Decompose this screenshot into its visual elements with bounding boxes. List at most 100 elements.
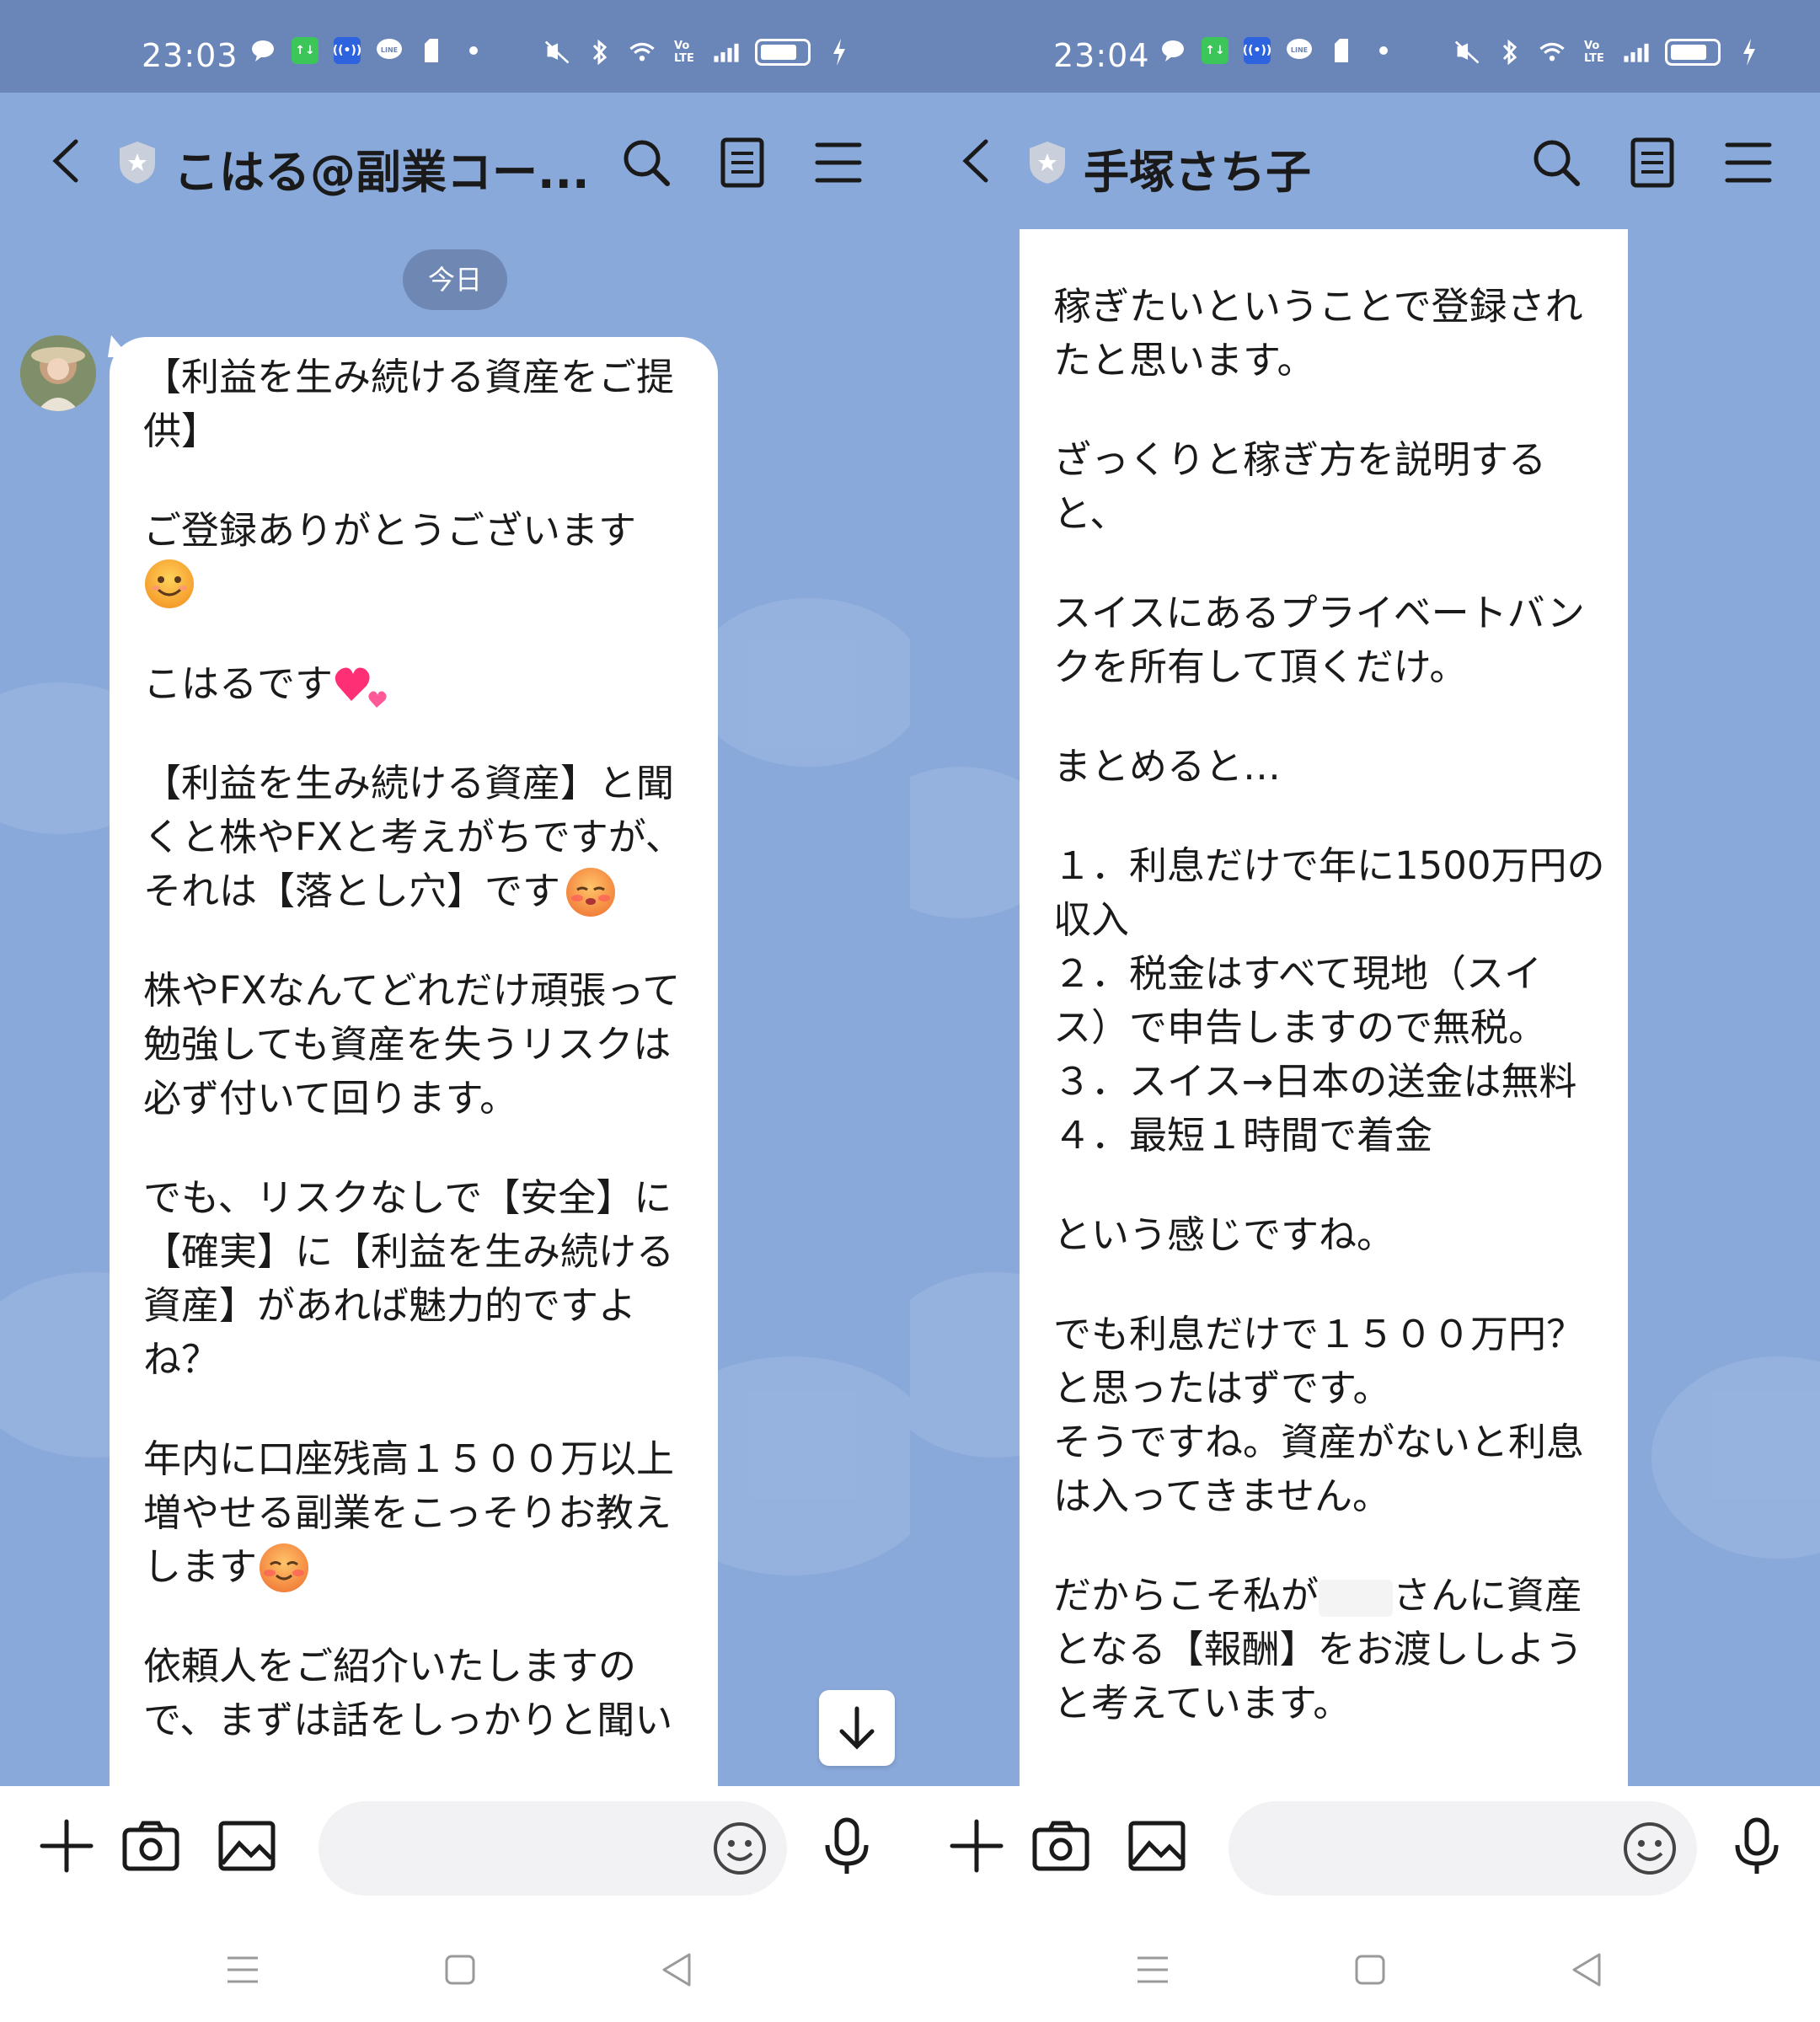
message-paragraph: スイスにあるプライベートバン クを所有して頂くだけ。 [1053,591,1585,689]
flushed-emoji [566,868,615,917]
chat-bubble-icon [249,37,276,64]
signal-icon [1623,39,1650,66]
volte-icon: Vo LTE [1584,40,1604,65]
svg-text:LINE: LINE [1291,46,1308,54]
back-arrow-icon[interactable] [51,138,79,184]
shield-badge-icon [120,142,155,184]
back-arrow-icon[interactable] [961,138,989,184]
volte-icon: Vo LTE [674,40,694,65]
message-paragraph: ざっくりと稼ぎ方を説明する と、 [1053,437,1547,536]
mute-icon [1454,39,1481,66]
sender-avatar[interactable] [20,335,96,411]
battery-icon [1665,39,1721,66]
system-navigation-bar [0,1912,910,2022]
message-paragraph: 株やFXなんてどれだけ頑張って 勉強しても資産を失うリスクは 必ず付いて回ります… [143,968,681,1121]
bluetooth-icon [1496,39,1523,66]
screenshot-pair: 23:03 ↑↓ ((•)) LINE Vo LTE こはる@副業コー... 今… [0,0,1820,2022]
emoji-icon[interactable] [711,1820,768,1877]
redacted-name [1319,1580,1394,1617]
message-field[interactable] [1228,1801,1697,1896]
image-icon[interactable] [217,1816,276,1875]
status-time: 23:03 [142,37,238,74]
charging-icon [826,39,853,66]
message-paragraph: まとめると… [1053,744,1282,789]
message-paragraph: 年内に口座残高１５００万以上 増やせる副業をこっそりお教え します [143,1436,675,1589]
chat-title: 手塚さち子 [1084,146,1311,199]
camera-icon[interactable] [1031,1816,1090,1875]
wifi-icon [629,39,656,66]
status-bar: 23:03 ↑↓ ((•)) LINE Vo LTE [0,0,910,93]
cloud-decoration [691,598,910,767]
mute-icon [544,39,571,66]
home-icon[interactable] [440,1950,480,1990]
system-navigation-bar [910,1912,1820,2022]
back-nav-icon[interactable] [657,1950,698,1990]
hotspot-icon: ((•)) [1243,37,1271,64]
plus-icon[interactable] [947,1816,1006,1875]
camera-icon[interactable] [121,1816,180,1875]
recents-icon[interactable] [222,1950,263,1990]
back-nav-icon[interactable] [1567,1950,1608,1990]
line-icon: LINE [1286,37,1313,64]
sim-icon [418,37,445,64]
svg-text:LINE: LINE [381,46,398,54]
message-paragraph: という感じですね。 [1053,1212,1395,1257]
right-screen: 23:04 ↑↓ ((•)) LINE Vo LTE 手塚さち子 稼ぎたいという… [910,0,1820,2022]
left-screen: 23:03 ↑↓ ((•)) LINE Vo LTE こはる@副業コー... 今… [0,0,910,2022]
search-icon[interactable] [1530,136,1582,189]
chat-title: こはる@副業コー... [174,146,590,199]
hearts-emoji [335,667,387,708]
sim-icon [1328,37,1355,64]
battery-icon [755,39,811,66]
bluetooth-icon [586,39,613,66]
message-paragraph: でも利息だけで１５００万円？ と思ったはずです。 そうですね。資産がないと利息 … [1053,1312,1585,1518]
system-icons: Vo LTE [544,39,853,66]
menu-icon[interactable] [1722,136,1774,189]
shield-badge-icon [1030,142,1065,184]
plus-icon[interactable] [37,1816,96,1875]
dot-icon [460,37,487,64]
microphone-icon[interactable] [1727,1816,1786,1875]
signal-icon [713,39,740,66]
arrow-down-icon [839,1706,875,1750]
chat-bubble-icon [1159,37,1186,64]
message-fragment: だからこそ私が [1053,1573,1320,1618]
notification-icons: ↑↓ ((•)) LINE [1159,37,1397,64]
status-time: 23:04 [1053,37,1150,74]
message-paragraph: 依頼人をご紹介いたしますの で、まずは話をしっかりと聞い [143,1644,673,1742]
cloud-decoration [1651,1356,1820,1559]
wifi-icon [1539,39,1566,66]
dot-icon [1370,37,1397,64]
notification-icons: ↑↓ ((•)) LINE [249,37,487,64]
message-paragraph: 【利益を生み続ける資産をご提 供】 [143,355,675,453]
message-paragraph: １．利息だけで年に1500万円の 収入 ２．税金はすべて現地（スイ ス）で申告し… [1053,843,1605,1158]
line-icon: LINE [376,37,403,64]
message-paragraph: だからこそ私が さんに資産 となる【報酬】をお渡ししよう と考えています。 [1053,1569,1609,1730]
message-paragraph: ご登録ありがとうございます [143,508,637,553]
message-bubble[interactable]: 稼ぎたいということで登録され たと思います。 ざっくりと稼ぎ方を説明する と、 … [1020,229,1628,1796]
chat-header: 手塚さち子 [910,93,1820,227]
menu-icon[interactable] [812,136,864,189]
system-icons: Vo LTE [1454,39,1763,66]
data-badge-icon: ↑↓ [1202,37,1228,64]
notes-icon[interactable] [716,136,768,189]
message-bubble[interactable]: 【利益を生み続ける資産をご提 供】 ご登録ありがとうございます こはるです 【利… [110,337,718,1803]
hotspot-icon: ((•)) [333,37,361,64]
message-paragraph: こはるです [143,661,334,706]
blush-emoji [260,1543,308,1592]
message-field[interactable] [318,1801,787,1896]
recents-icon[interactable] [1132,1950,1173,1990]
message-input-bar [910,1786,1820,1912]
charging-icon [1736,39,1763,66]
emoji-icon[interactable] [1621,1820,1678,1877]
scroll-to-bottom-button[interactable] [819,1690,895,1766]
message-input-bar [0,1786,910,1912]
chat-header: こはる@副業コー... [0,93,910,227]
search-icon[interactable] [620,136,672,189]
microphone-icon[interactable] [817,1816,876,1875]
status-bar: 23:04 ↑↓ ((•)) LINE Vo LTE [910,0,1820,93]
image-icon[interactable] [1127,1816,1186,1875]
date-separator: 今日 [403,249,507,310]
notes-icon[interactable] [1626,136,1678,189]
home-icon[interactable] [1350,1950,1390,1990]
